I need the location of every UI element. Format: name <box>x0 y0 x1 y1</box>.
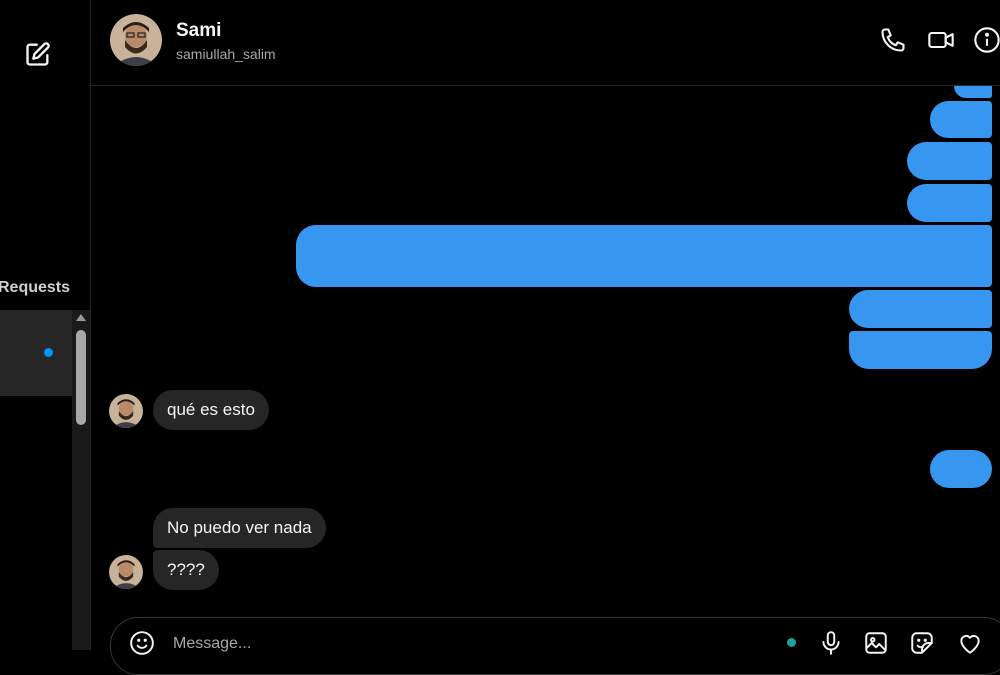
microphone-icon[interactable] <box>818 630 844 656</box>
status-dot <box>787 638 796 647</box>
outgoing-message[interactable] <box>954 86 992 98</box>
outgoing-message[interactable] <box>849 331 992 369</box>
incoming-message[interactable]: No puedo ver nada <box>153 508 326 548</box>
contact-username: samiullah_salim <box>176 46 276 62</box>
video-icon[interactable] <box>927 26 955 54</box>
sticker-icon[interactable] <box>909 630 935 656</box>
incoming-message[interactable]: ???? <box>153 550 219 590</box>
chat-header: Sami samiullah_salim <box>91 0 1000 86</box>
avatar[interactable] <box>110 14 162 66</box>
conversation-row[interactable] <box>0 310 72 396</box>
image-icon[interactable] <box>863 630 889 656</box>
requests-tab[interactable]: Requests <box>0 279 70 297</box>
message-composer <box>110 617 1000 675</box>
scroll-up-arrow-icon[interactable] <box>76 314 86 321</box>
outgoing-message[interactable] <box>930 450 992 488</box>
emoji-icon[interactable] <box>129 630 155 656</box>
outgoing-message[interactable] <box>296 225 992 287</box>
incoming-message[interactable]: qué es esto <box>153 390 269 430</box>
outgoing-message[interactable] <box>930 101 992 138</box>
message-input[interactable] <box>171 630 735 658</box>
sidebar: Requests <box>0 0 91 650</box>
avatar[interactable] <box>109 555 143 589</box>
info-icon[interactable] <box>973 26 1000 54</box>
outgoing-message[interactable] <box>849 290 992 328</box>
contact-name[interactable]: Sami <box>176 20 221 42</box>
unread-indicator <box>44 348 53 357</box>
avatar[interactable] <box>109 394 143 428</box>
scrollbar-thumb[interactable] <box>76 330 86 425</box>
outgoing-message[interactable] <box>907 142 992 180</box>
compose-icon[interactable] <box>24 40 52 68</box>
heart-icon[interactable] <box>957 630 983 656</box>
outgoing-message[interactable] <box>907 184 992 222</box>
phone-icon[interactable] <box>879 26 907 54</box>
